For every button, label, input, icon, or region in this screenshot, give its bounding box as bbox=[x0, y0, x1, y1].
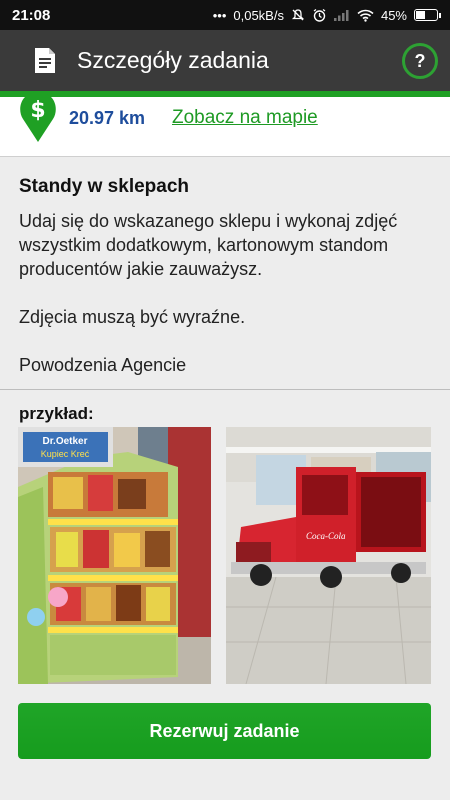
mute-icon bbox=[291, 8, 305, 22]
svg-text:Kupiec Kreć: Kupiec Kreć bbox=[41, 449, 90, 459]
document-icon bbox=[33, 47, 57, 75]
battery-level-fill bbox=[416, 11, 425, 19]
network-speed: 0,05kB/s bbox=[233, 7, 284, 23]
example-photo-truck-display: Coca-Cola bbox=[226, 427, 431, 684]
alarm-icon bbox=[312, 8, 327, 23]
battery-percent: 45% bbox=[380, 7, 407, 23]
task-description: Udaj się do wskazanego sklepu i wykonaj … bbox=[19, 209, 431, 377]
signal-icon bbox=[333, 9, 350, 21]
task-description-section: Standy w sklepach Udaj się do wskazanego… bbox=[0, 158, 450, 390]
description-paragraph: Zdjęcia muszą być wyraźne. bbox=[19, 307, 246, 327]
reserve-task-label: Rezerwuj zadanie bbox=[149, 720, 300, 741]
help-button[interactable]: ? bbox=[402, 43, 438, 79]
status-bar: 21:08 ••• 0,05kB/s 45% bbox=[0, 0, 450, 30]
task-title: Standy w sklepach bbox=[19, 176, 190, 197]
battery-icon bbox=[414, 9, 441, 21]
view-on-map-link[interactable]: Zobacz na mapie bbox=[172, 107, 318, 129]
page-title: Szczegóły zadania bbox=[77, 47, 269, 73]
app-bar: Szczegóły zadania ? bbox=[0, 30, 450, 91]
description-paragraph: Udaj się do wskazanego sklepu i wykonaj … bbox=[19, 211, 398, 279]
description-paragraph: Powodzenia Agencie bbox=[19, 355, 187, 375]
svg-text:Coca-Cola: Coca-Cola bbox=[306, 531, 346, 541]
svg-text:$: $ bbox=[30, 98, 45, 123]
wifi-icon bbox=[357, 9, 374, 22]
example-label: przykład: bbox=[19, 404, 94, 423]
location-pin-icon: $ bbox=[18, 91, 58, 143]
location-row: $ 20.97 km Zobacz na mapie bbox=[0, 92, 450, 157]
example-photo-store-stand: Dr.Oetker Kupiec Kreć bbox=[18, 427, 211, 684]
help-label: ? bbox=[414, 50, 426, 71]
reserve-task-button[interactable]: Rezerwuj zadanie bbox=[18, 703, 431, 759]
svg-text:Dr.Oetker: Dr.Oetker bbox=[42, 436, 87, 447]
status-icons: ••• 0,05kB/s 45% bbox=[212, 7, 441, 23]
distance-value: 20.97 km bbox=[69, 108, 146, 128]
status-time: 21:08 bbox=[12, 6, 51, 24]
status-dots: ••• bbox=[212, 7, 227, 23]
